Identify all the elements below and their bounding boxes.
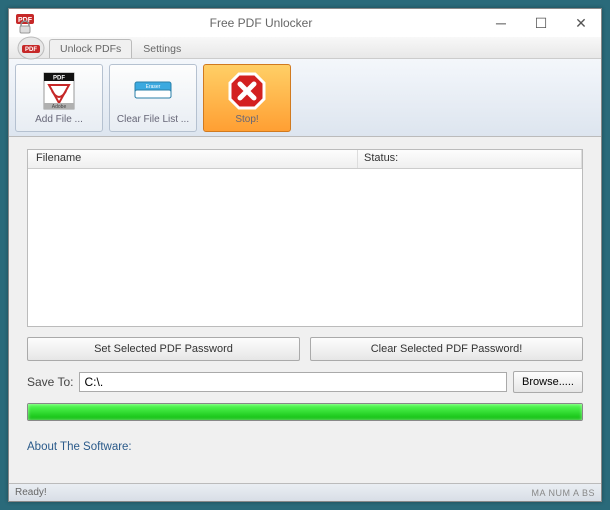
- stop-button[interactable]: Stop!: [203, 64, 291, 132]
- maximize-button[interactable]: ☐: [521, 9, 561, 37]
- status-bar: Ready! MA NUM A BS: [9, 483, 601, 501]
- svg-text:Eraser: Eraser: [146, 84, 161, 90]
- tab-settings[interactable]: Settings: [132, 39, 192, 58]
- add-file-button[interactable]: PDF Adobe Add File ...: [15, 64, 103, 132]
- browse-button[interactable]: Browse.....: [513, 371, 583, 393]
- about-link[interactable]: About The Software:: [27, 441, 583, 453]
- window-title: Free PDF Unlocker: [41, 16, 481, 30]
- content-area: Filename Status: Set Selected PDF Passwo…: [9, 137, 601, 429]
- svg-text:Adobe: Adobe: [52, 104, 67, 110]
- progress-bar: [27, 403, 583, 421]
- list-header: Filename Status:: [28, 150, 582, 169]
- clear-list-label: Clear File List ...: [117, 114, 189, 125]
- column-status[interactable]: Status:: [358, 150, 582, 168]
- window-controls: ─ ☐ ✕: [481, 9, 601, 37]
- save-to-row: Save To: Browse.....: [27, 371, 583, 393]
- minimize-button[interactable]: ─: [481, 9, 521, 37]
- stop-icon: [223, 70, 271, 112]
- svg-text:PDF: PDF: [25, 47, 37, 53]
- clear-file-list-button[interactable]: Eraser Clear File List ...: [109, 64, 197, 132]
- clear-password-button[interactable]: Clear Selected PDF Password!: [310, 337, 583, 361]
- column-filename[interactable]: Filename: [28, 150, 358, 168]
- password-buttons-row: Set Selected PDF Password Clear Selected…: [27, 337, 583, 361]
- status-indicators: MA NUM A BS: [531, 488, 595, 498]
- close-button[interactable]: ✕: [561, 9, 601, 37]
- save-to-input[interactable]: [79, 372, 507, 392]
- save-to-label: Save To:: [27, 375, 73, 389]
- ribbon-pdf-icon: PDF: [13, 33, 49, 63]
- tab-unlock-pdfs[interactable]: Unlock PDFs: [49, 39, 132, 58]
- pdf-document-icon: PDF Adobe: [35, 70, 83, 112]
- stop-label: Stop!: [235, 114, 258, 125]
- app-window: PDF Free PDF Unlocker ─ ☐ ✕ PDF Unlock P…: [8, 8, 602, 502]
- tabs-row: PDF Unlock PDFs Settings: [9, 37, 601, 59]
- eraser-icon: Eraser: [129, 70, 177, 112]
- progress-fill: [28, 404, 582, 420]
- titlebar: PDF Free PDF Unlocker ─ ☐ ✕: [9, 9, 601, 37]
- svg-text:PDF: PDF: [53, 76, 65, 82]
- toolbar: PDF Adobe Add File ... Eraser Clear File …: [9, 59, 601, 137]
- file-list[interactable]: Filename Status:: [27, 149, 583, 327]
- set-password-button[interactable]: Set Selected PDF Password: [27, 337, 300, 361]
- add-file-label: Add File ...: [35, 114, 83, 125]
- status-ready: Ready!: [15, 487, 47, 498]
